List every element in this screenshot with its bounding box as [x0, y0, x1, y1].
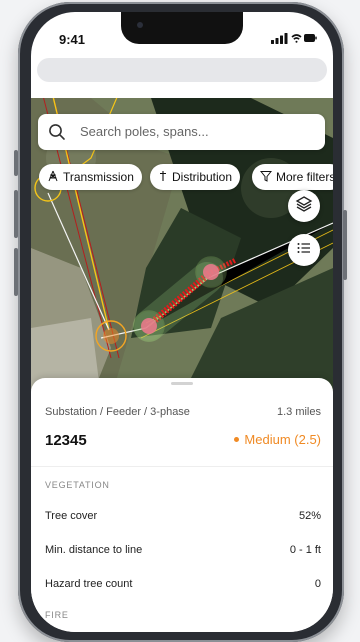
- search-icon: [48, 123, 66, 146]
- filter-chip-label: More filters: [276, 170, 333, 184]
- layers-icon: [295, 195, 313, 218]
- layers-button[interactable]: [288, 190, 320, 222]
- notch: [121, 12, 243, 44]
- detail-row: Min. distance to line 0 - 1 ft: [45, 544, 321, 564]
- filter-chip-label: Transmission: [63, 170, 134, 184]
- detail-row: Tree cover 52%: [45, 510, 321, 530]
- risk-badge: Medium (2.5): [234, 432, 321, 447]
- section-heading-vegetation: VEGETATION: [45, 480, 110, 490]
- address-bar[interactable]: [37, 58, 327, 82]
- pole-icon: [158, 170, 168, 185]
- risk-label: Medium (2.5): [244, 432, 321, 447]
- camera-icon: [137, 22, 143, 28]
- filter-icon: [259, 170, 273, 185]
- filter-chip-label: Distribution: [172, 170, 233, 184]
- wifi-icon: [291, 34, 302, 43]
- details-sheet: Substation / Feeder / 3-phase 1.3 miles …: [31, 378, 333, 632]
- status-time: 9:41: [59, 32, 86, 47]
- section-heading-fire: FIRE: [45, 610, 69, 620]
- row-label: Hazard tree count: [45, 578, 133, 590]
- tower-icon: [47, 170, 59, 185]
- volume-down-button: [14, 248, 18, 296]
- row-label: Tree cover: [45, 510, 98, 522]
- breadcrumb: Substation / Feeder / 3-phase: [45, 406, 190, 418]
- volume-up-button: [14, 190, 18, 238]
- list-button[interactable]: [288, 234, 320, 266]
- filter-chip-distribution[interactable]: Distribution: [150, 164, 241, 190]
- phone-screen: 9:41 Search poles, spans... Transmission…: [31, 12, 333, 632]
- detail-row: Hazard tree count 0: [45, 578, 321, 598]
- row-label: Min. distance to line: [45, 544, 143, 556]
- filter-chip-transmission[interactable]: Transmission: [39, 164, 142, 190]
- filter-chip-more[interactable]: More filters: [252, 164, 333, 190]
- list-icon: [295, 239, 313, 262]
- search-bar[interactable]: Search poles, spans...: [38, 114, 325, 150]
- distance-label: 1.3 miles: [276, 406, 321, 418]
- divider: [31, 466, 333, 467]
- side-button: [14, 150, 18, 176]
- sheet-handle[interactable]: [171, 382, 193, 385]
- search-placeholder: Search poles, spans...: [80, 124, 209, 139]
- risk-dot-icon: [234, 437, 240, 442]
- row-value: 0 - 1 ft: [289, 544, 321, 556]
- row-value: 0: [314, 578, 321, 590]
- signal-icon: [271, 33, 288, 44]
- power-button: [343, 210, 347, 280]
- row-value: 52%: [298, 510, 321, 522]
- battery-icon: [304, 34, 317, 42]
- asset-id: 12345: [45, 432, 87, 449]
- status-icons: [271, 31, 317, 49]
